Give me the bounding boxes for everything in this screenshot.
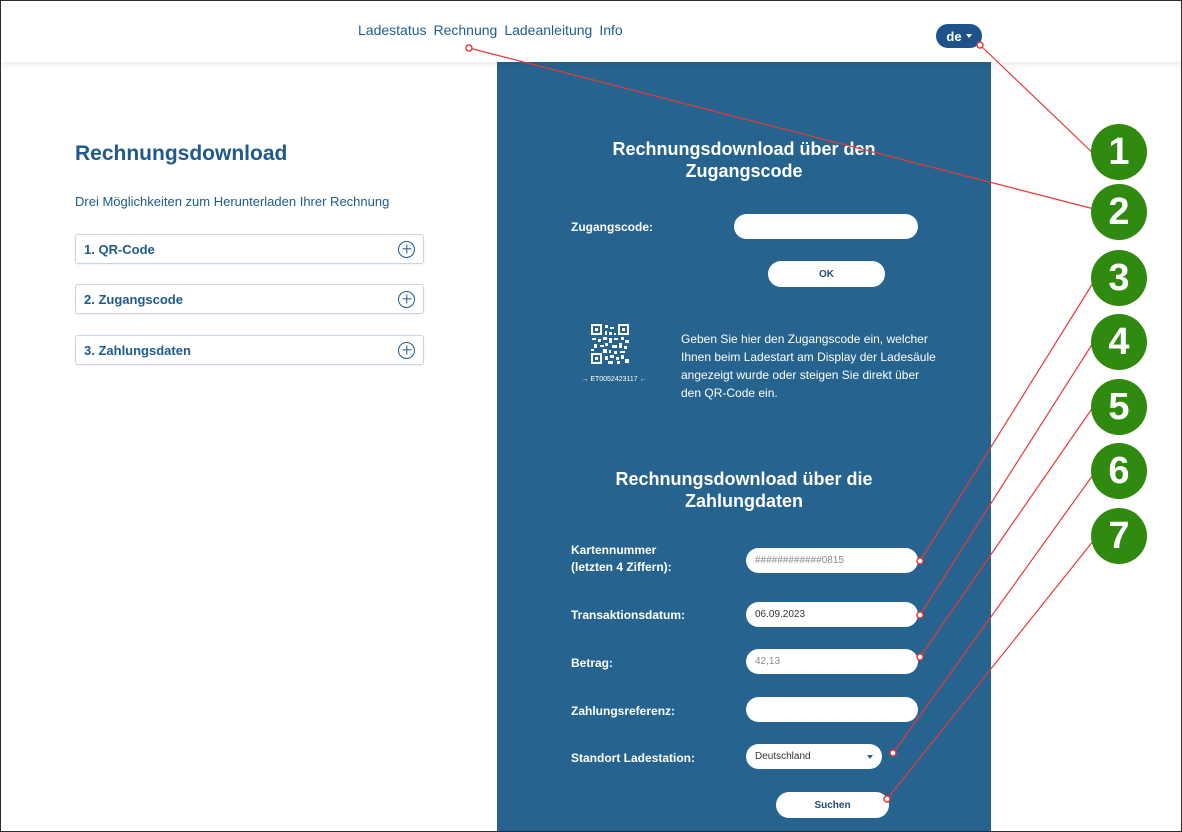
qr-code-icon	[591, 324, 629, 364]
nav-rechnung[interactable]: Rechnung	[434, 22, 498, 38]
callout-badge-2: 2	[1091, 184, 1147, 240]
card-number-label: Kartennummer (letzten 4 Ziffern):	[571, 542, 672, 576]
nav-ladestatus[interactable]: Ladestatus	[358, 22, 427, 38]
accordion-payment-data[interactable]: 3. Zahlungsdaten	[75, 335, 424, 365]
accordion-label: 2. Zugangscode	[84, 291, 183, 307]
payment-reference-input[interactable]	[746, 697, 918, 722]
callout-badge-3: 3	[1091, 250, 1147, 306]
expand-plus-icon[interactable]	[398, 240, 415, 258]
expand-plus-icon[interactable]	[398, 341, 415, 359]
ok-button[interactable]: OK	[768, 261, 885, 287]
qr-code-caption: → ET0052423117 ←	[569, 376, 659, 383]
callout-badge-6: 6	[1091, 443, 1147, 499]
transaction-date-label: Transaktionsdatum:	[571, 608, 686, 622]
card-number-label-line1: Kartennummer	[571, 543, 657, 557]
payment-heading-line2: Zahlungdaten	[685, 491, 803, 511]
search-button[interactable]: Suchen	[776, 792, 889, 818]
invoice-download-panel: Rechnungsdownload über den Zugangscode Z…	[497, 62, 991, 832]
payment-reference-label: Zahlungsreferenz:	[571, 704, 676, 718]
chevron-down-icon	[867, 754, 873, 759]
payment-heading: Rechnungsdownload über die Zahlungdaten	[497, 468, 991, 512]
nav-ladeanleitung[interactable]: Ladeanleitung	[504, 22, 592, 38]
payment-heading-line1: Rechnungsdownload über die	[615, 469, 873, 489]
arrow-right-icon: →	[581, 376, 589, 383]
main-nav: Ladestatus Rechnung Ladeanleitung Info	[358, 22, 630, 38]
location-label: Standort Ladestation:	[571, 751, 696, 765]
callout-badge-7: 7	[1091, 508, 1147, 564]
nav-info[interactable]: Info	[599, 22, 622, 38]
arrow-left-icon: ←	[639, 376, 647, 383]
location-select[interactable]: Deutschland	[746, 744, 882, 769]
page-subtitle: Drei Möglichkeiten zum Herunterladen Ihr…	[75, 194, 390, 209]
accordion-label: 3. Zahlungsdaten	[84, 342, 191, 358]
access-code-input[interactable]	[734, 214, 918, 239]
transaction-date-input[interactable]: 06.09.2023	[746, 602, 918, 627]
access-code-info-text: Geben Sie hier den Zugangscode ein, welc…	[681, 332, 936, 400]
language-label: de	[946, 28, 962, 44]
accordion-label: 1. QR-Code	[84, 241, 155, 257]
amount-input[interactable]: 42,13	[746, 649, 918, 674]
access-code-heading-line1: Rechnungsdownload über den	[612, 139, 876, 159]
qr-code-number: ET0052423117	[590, 376, 638, 383]
access-code-label: Zugangscode:	[571, 220, 654, 234]
expand-plus-icon[interactable]	[398, 290, 415, 308]
accordion-qr-code[interactable]: 1. QR-Code	[75, 234, 424, 264]
qr-code-illustration: → ET0052423117 ←	[569, 324, 659, 392]
top-navigation-bar: Ladestatus Rechnung Ladeanleitung Info d…	[0, 0, 1182, 62]
callout-badge-5: 5	[1091, 379, 1147, 435]
card-number-label-line2: (letzten 4 Ziffern):	[571, 560, 672, 574]
language-selector[interactable]: de	[936, 24, 982, 48]
location-selected-value: Deutschland	[755, 751, 811, 762]
access-code-heading: Rechnungsdownload über den Zugangscode	[497, 138, 991, 182]
accordion-access-code[interactable]: 2. Zugangscode	[75, 284, 424, 314]
card-number-input[interactable]: ############0815	[746, 548, 918, 573]
callout-badge-1: 1	[1091, 124, 1147, 180]
chevron-down-icon	[965, 34, 972, 38]
access-code-heading-line2: Zugangscode	[685, 161, 803, 181]
page-title: Rechnungsdownload	[75, 142, 288, 165]
callout-badge-4: 4	[1091, 314, 1147, 370]
amount-label: Betrag:	[571, 656, 614, 670]
